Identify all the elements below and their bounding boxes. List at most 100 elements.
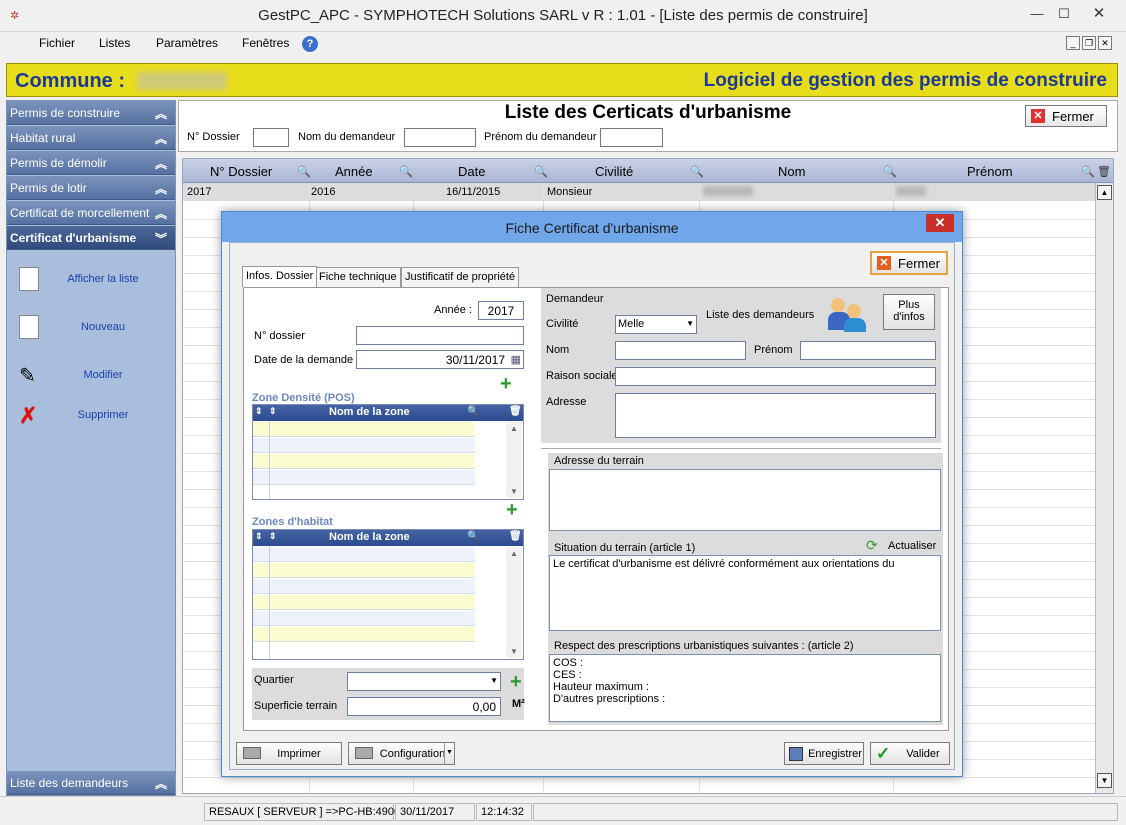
date-demande-input[interactable]: 30/11/2017 ▦ — [356, 350, 524, 369]
column-header[interactable]: N° Dossier — [210, 164, 272, 179]
superficie-input[interactable]: 0,00 — [347, 697, 501, 716]
sidebar-item-liste-demandeurs[interactable]: Liste des demandeurs ︽ — [7, 771, 175, 795]
annee-input[interactable]: 2017 — [478, 301, 524, 320]
actualiser-button[interactable]: Actualiser — [888, 540, 936, 552]
search-icon[interactable]: 🔍 — [467, 531, 479, 542]
mdi-restore-icon[interactable]: ❐ — [1082, 36, 1096, 50]
zone-scrollbar[interactable]: ▲ ▼ — [506, 422, 522, 498]
menu-parametres[interactable]: Paramètres — [156, 36, 218, 50]
search-icon[interactable]: 🔍 — [883, 165, 897, 178]
scroll-down-icon[interactable]: ▼ — [510, 487, 518, 496]
dossier-input[interactable] — [356, 326, 524, 345]
sidebar-item-permis-construire[interactable]: Permis de construire ︽ — [7, 101, 175, 125]
sidebar-item-permis-lotir[interactable]: Permis de lotir ︽ — [7, 176, 175, 200]
nom-input[interactable] — [615, 341, 746, 360]
help-icon[interactable]: ? — [302, 36, 318, 52]
sort-icon[interactable]: ⇕ — [255, 406, 263, 417]
search-icon[interactable]: 🔍 — [534, 165, 548, 178]
add-zone-densite-icon[interactable]: + — [500, 374, 512, 394]
close-icon[interactable]: ✕ — [1086, 4, 1112, 24]
tab-fiche-technique[interactable]: Fiche technique — [315, 267, 401, 287]
menu-fenetres[interactable]: Fenêtres — [242, 36, 289, 50]
respect-textarea[interactable]: COS : CES : Hauteur maximum : D'autres p… — [549, 654, 941, 722]
action-nouveau[interactable]: Nouveau — [7, 309, 175, 349]
menu-fichier[interactable]: Fichier — [39, 36, 75, 50]
search-icon[interactable]: 🔍 — [467, 406, 479, 417]
scroll-down-icon[interactable]: ▼ — [510, 647, 518, 656]
chevron-down-icon[interactable]: ▼ — [444, 743, 454, 764]
configuration-button[interactable]: Configuration ▼ — [348, 742, 455, 765]
table-scrollbar[interactable]: ▲ ▼ — [1095, 183, 1113, 793]
sidebar-item-certificat-urbanisme[interactable]: Certificat d'urbanisme ︾ — [7, 226, 175, 250]
delete-column-icon[interactable]: 🗑 — [1097, 165, 1111, 178]
sort-icon[interactable]: ⇕ — [269, 406, 277, 417]
mdi-close-icon[interactable]: ✕ — [1098, 36, 1112, 50]
menu-listes[interactable]: Listes — [99, 36, 130, 50]
close-list-button[interactable]: ✕ Fermer — [1025, 105, 1107, 127]
list-item[interactable] — [253, 547, 475, 562]
action-afficher-liste[interactable]: Afficher la liste — [7, 261, 175, 301]
zone-scrollbar[interactable]: ▲ ▼ — [506, 547, 522, 658]
adresse-terrain-input[interactable] — [549, 469, 941, 531]
column-header[interactable]: Date — [458, 164, 485, 179]
valider-button[interactable]: ✓ Valider — [870, 742, 950, 765]
scroll-up-icon[interactable]: ▲ — [1097, 185, 1112, 200]
delete-icon[interactable]: 🗑 — [509, 406, 522, 417]
enregistrer-button[interactable]: Enregistrer — [784, 742, 864, 765]
search-icon[interactable]: 🔍 — [690, 165, 704, 178]
filter-prenom-input[interactable] — [600, 128, 663, 147]
sort-icon[interactable]: ⇕ — [269, 531, 277, 542]
sort-icon[interactable]: ⇕ — [255, 531, 263, 542]
list-item[interactable] — [253, 627, 475, 642]
filter-nom-input[interactable] — [404, 128, 476, 147]
users-icon[interactable] — [828, 294, 870, 332]
scroll-up-icon[interactable]: ▲ — [510, 424, 518, 433]
imprimer-button[interactable]: Imprimer — [236, 742, 342, 765]
add-zone-habitat-icon[interactable]: + — [506, 500, 518, 520]
sidebar-item-permis-demolir[interactable]: Permis de démolir ︽ — [7, 151, 175, 175]
list-item[interactable] — [253, 595, 475, 610]
maximize-icon[interactable]: ☐ — [1051, 4, 1077, 24]
column-header[interactable]: Civilité — [595, 164, 633, 179]
action-modifier[interactable]: ✎ Modifier — [7, 357, 175, 397]
action-supprimer[interactable]: ✗ Supprimer — [7, 397, 175, 437]
list-item[interactable] — [253, 454, 475, 469]
search-icon[interactable]: 🔍 — [297, 165, 311, 178]
list-item[interactable] — [253, 470, 475, 485]
table-row[interactable]: 2017 2016 16/11/2015 Monsieur — [183, 183, 1095, 201]
minimize-icon[interactable]: — — [1024, 4, 1050, 24]
search-icon[interactable]: 🔍 — [1081, 165, 1095, 178]
list-item[interactable] — [253, 579, 475, 594]
sidebar-item-certificat-morcellement[interactable]: Certificat de morcellement ︽ — [7, 201, 175, 225]
list-item[interactable] — [253, 438, 475, 453]
column-header[interactable]: Nom de la zone — [329, 531, 410, 543]
sidebar-item-habitat-rural[interactable]: Habitat rural ︽ — [7, 126, 175, 150]
prenom-input[interactable] — [800, 341, 936, 360]
dialog-close-icon[interactable]: ✕ — [926, 214, 954, 232]
calendar-icon[interactable]: ▦ — [511, 353, 521, 366]
quartier-select[interactable]: ▼ — [347, 672, 501, 691]
tab-infos-dossier[interactable]: Infos. Dossier — [242, 266, 318, 287]
plus-infos-button[interactable]: Plus d'infos — [883, 294, 935, 330]
search-icon[interactable]: 🔍 — [399, 165, 413, 178]
column-header[interactable]: Prénom — [967, 164, 1013, 179]
column-header[interactable]: Année — [335, 164, 373, 179]
column-header[interactable]: Nom — [778, 164, 805, 179]
scroll-down-icon[interactable]: ▼ — [1097, 773, 1112, 788]
scroll-up-icon[interactable]: ▲ — [510, 549, 518, 558]
raison-sociale-input[interactable] — [615, 367, 936, 386]
adresse-input[interactable] — [615, 393, 936, 438]
add-quartier-icon[interactable]: + — [510, 672, 522, 692]
list-item[interactable] — [253, 611, 475, 626]
civilite-select[interactable]: Melle ▼ — [615, 315, 697, 334]
tab-justificatif[interactable]: Justificatif de propriété — [401, 267, 520, 287]
dialog-fermer-button[interactable]: ✕ Fermer — [870, 251, 948, 275]
list-item[interactable] — [253, 563, 475, 578]
list-item[interactable] — [253, 422, 475, 437]
column-header[interactable]: Nom de la zone — [329, 406, 410, 418]
refresh-icon[interactable]: ⟳ — [866, 537, 878, 554]
mdi-minimize-icon[interactable]: _ — [1066, 36, 1080, 50]
filter-dossier-input[interactable] — [253, 128, 289, 147]
situation-textarea[interactable]: Le certificat d'urbanisme est délivré co… — [549, 555, 941, 631]
delete-icon[interactable]: 🗑 — [509, 531, 522, 542]
